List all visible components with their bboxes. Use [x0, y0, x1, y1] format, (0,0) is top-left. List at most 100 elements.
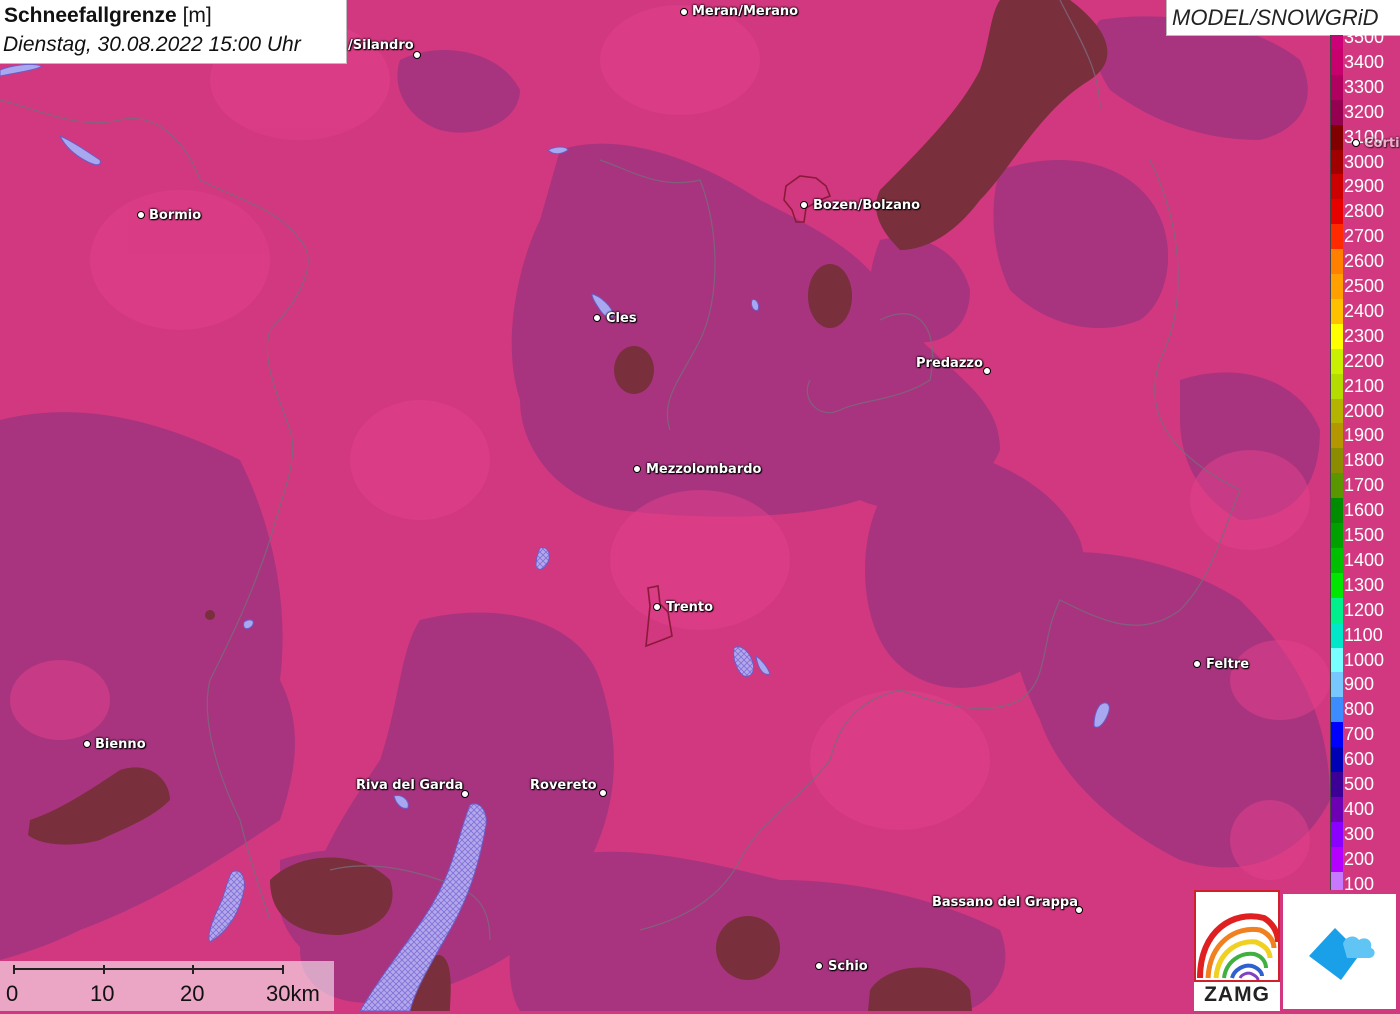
- legend-swatch-1900: [1330, 423, 1343, 449]
- legend-label-700: 700: [1344, 724, 1375, 745]
- legend-label-400: 400: [1344, 798, 1375, 819]
- legend-label-1200: 1200: [1344, 599, 1385, 620]
- snowgrid-logo: [1283, 894, 1396, 1009]
- legend-label-2700: 2700: [1344, 226, 1385, 247]
- legend-swatch-1200: [1330, 597, 1343, 623]
- legend-label-2800: 2800: [1344, 201, 1385, 222]
- legend-label-3000: 3000: [1344, 151, 1385, 172]
- legend-label-1100: 1100: [1344, 624, 1383, 645]
- legend-swatch-1700: [1330, 473, 1343, 499]
- legend-label-900: 900: [1344, 674, 1375, 695]
- legend-swatch-1000: [1330, 647, 1343, 673]
- legend-swatch-2200: [1330, 348, 1343, 374]
- place-marker-predazzo: [983, 367, 991, 375]
- legend-swatch-900: [1330, 672, 1343, 698]
- legend-label-600: 600: [1344, 749, 1375, 770]
- legend-swatch-1100: [1330, 622, 1343, 648]
- legend-swatch-500: [1330, 772, 1343, 797]
- legend-label-3400: 3400: [1344, 51, 1385, 72]
- legend-swatch-2000: [1330, 398, 1343, 424]
- legend-swatch-400: [1330, 796, 1343, 822]
- title-unit: [m]: [182, 4, 212, 27]
- scale-bar-line: [13, 965, 284, 974]
- legend-swatch-3000: [1330, 149, 1343, 175]
- legend-label-200: 200: [1344, 848, 1375, 869]
- legend-swatch-2700: [1330, 224, 1343, 250]
- legend-label-3500: 3500: [1344, 35, 1385, 47]
- place-label-feltre: Feltre: [1206, 657, 1250, 672]
- legend-swatch-600: [1330, 747, 1343, 773]
- place-label-schio: Schio: [828, 959, 868, 974]
- place-marker-bienno: [83, 740, 91, 748]
- legend-swatch-2300: [1330, 323, 1343, 349]
- legend-label-1600: 1600: [1344, 500, 1385, 521]
- legend-swatch-1300: [1330, 572, 1343, 598]
- model-label-panel: MODEL/SNOWGRiD: [1166, 0, 1400, 36]
- legend-swatch-2400: [1330, 298, 1343, 324]
- legend-swatch-800: [1330, 697, 1343, 723]
- place-label-bozen-bolzano: Bozen/Bolzano: [813, 198, 921, 213]
- place-marker-feltre: [1193, 660, 1201, 668]
- title-panel: Schneefallgrenze [m] Dienstag, 30.08.202…: [0, 0, 347, 64]
- place-marker-meran-merano: [680, 8, 688, 16]
- rainbow-icon: [1194, 890, 1280, 982]
- legend-swatch-3200: [1330, 99, 1343, 125]
- legend-swatch-1500: [1330, 523, 1343, 548]
- legend-swatch-2500: [1330, 274, 1343, 299]
- legend-label-3300: 3300: [1344, 76, 1385, 97]
- place-label-trento: Trento: [666, 600, 714, 615]
- legend-swatch-100: [1330, 871, 1343, 890]
- place-label-meran-merano: Meran/Merano: [692, 4, 799, 19]
- place-marker-corti: [1352, 139, 1360, 147]
- legend-swatch-1800: [1330, 448, 1343, 474]
- legend-label-1300: 1300: [1344, 574, 1385, 595]
- legend-swatch-2800: [1330, 199, 1343, 225]
- legend-swatch-2900: [1330, 174, 1343, 200]
- legend-label-1900: 1900: [1344, 425, 1385, 446]
- legend-swatch-3500: [1330, 35, 1343, 50]
- place-marker-trento: [653, 603, 661, 611]
- place-label-silandro: /Silandro: [348, 38, 414, 53]
- legend-label-2500: 2500: [1344, 276, 1385, 296]
- scale-label-30km: 30km: [266, 981, 320, 1006]
- legend-label-2200: 2200: [1344, 350, 1385, 371]
- legend-swatch-1400: [1330, 547, 1343, 573]
- place-label-corti: Corti: [1364, 136, 1400, 151]
- legend-label-2400: 2400: [1344, 300, 1385, 321]
- place-label-bormio: Bormio: [149, 208, 202, 223]
- place-marker-bozen-bolzano: [800, 201, 808, 209]
- zamg-logo: ZAMG: [1194, 890, 1280, 1011]
- legend-swatch-200: [1330, 846, 1343, 872]
- legend-label-1400: 1400: [1344, 549, 1385, 570]
- place-marker-schio: [815, 962, 823, 970]
- legend-swatch-3400: [1330, 49, 1343, 75]
- legend-label-2000: 2000: [1344, 400, 1385, 421]
- legend-swatch-300: [1330, 821, 1343, 847]
- legend-label-100: 100: [1344, 873, 1375, 890]
- legend-swatch-2100: [1330, 373, 1343, 399]
- legend-swatch-700: [1330, 722, 1343, 748]
- legend-label-2300: 2300: [1344, 325, 1385, 346]
- snowline-map: [0, 0, 1400, 1011]
- scale-label-10: 10: [90, 981, 115, 1006]
- place-label-riva-del-garda: Riva del Garda: [356, 778, 464, 793]
- place-marker-silandro: [413, 51, 421, 59]
- legend-label-500: 500: [1344, 774, 1375, 794]
- place-label-cles: Cles: [606, 311, 637, 326]
- scale-label-20: 20: [180, 981, 205, 1006]
- place-label-predazzo: Predazzo: [916, 356, 983, 371]
- legend-label-2900: 2900: [1344, 176, 1385, 197]
- legend-label-2100: 2100: [1344, 375, 1385, 396]
- legend-label-1000: 1000: [1344, 649, 1385, 670]
- legend-swatch-3100: [1330, 124, 1343, 150]
- map-datetime: Dienstag, 30.08.2022 15:00 Uhr: [3, 33, 301, 56]
- legend-swatch-1600: [1330, 498, 1343, 524]
- place-marker-rovereto: [599, 789, 607, 797]
- place-marker-bormio: [137, 211, 145, 219]
- model-label: MODEL/SNOWGRiD: [1172, 5, 1379, 30]
- legend-label-3200: 3200: [1344, 101, 1385, 122]
- legend-swatch-3300: [1330, 74, 1343, 100]
- legend-label-800: 800: [1344, 699, 1375, 720]
- place-label-bienno: Bienno: [95, 737, 146, 752]
- legend-label-1500: 1500: [1344, 525, 1385, 545]
